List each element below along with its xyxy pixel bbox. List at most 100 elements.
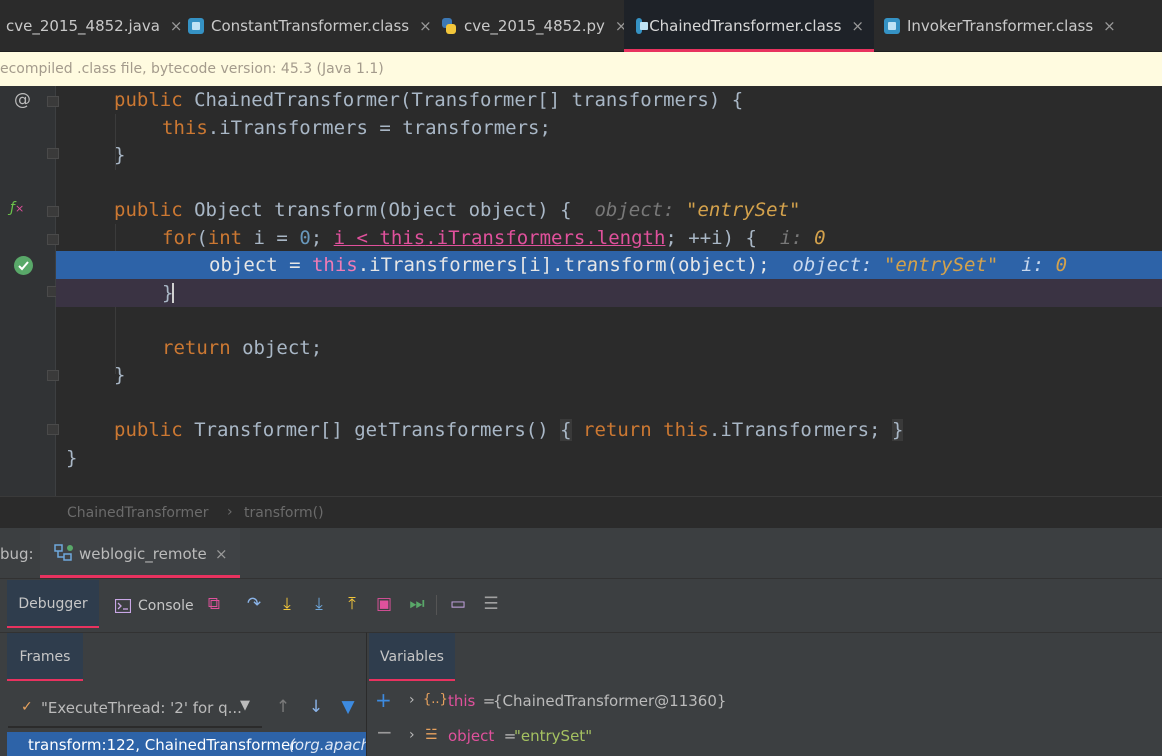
variable-name: this	[448, 692, 476, 710]
keyword: this	[663, 419, 709, 441]
expand-arrow-icon[interactable]: ›	[409, 727, 415, 743]
variable-name: object	[448, 727, 495, 745]
debug-session-label: weblogic_remote	[79, 545, 207, 563]
tab-label: InvokerTransformer.class	[907, 17, 1094, 35]
code-line[interactable]: }	[0, 141, 1162, 169]
field-ref: .iTransformers.length	[425, 227, 666, 249]
breadcrumb-class[interactable]: ChainedTransformer	[67, 505, 209, 521]
code-text: ; ++i) {	[665, 227, 757, 249]
code-text: ChainedTransformer(Transformer[] transfo…	[182, 89, 744, 111]
close-icon[interactable]: ×	[215, 545, 228, 563]
tab-label: cve_2015_4852.py	[464, 17, 605, 35]
trace-icon[interactable]: ☰	[480, 593, 502, 615]
code-text: .iTransformers[i].transform(object);	[357, 254, 770, 276]
inline-hint-name: object:	[594, 199, 675, 221]
thread-selector[interactable]: ✓ "ExecuteThread: '2' for q... ▼	[8, 690, 262, 728]
tab-label: cve_2015_4852.java	[6, 17, 160, 35]
debug-toolbar: Debugger Console ⧉ ↷ ⤓ ⤓ ⤒ ▣ ⏭ ▭ ☰	[0, 578, 1162, 632]
code-line[interactable]: public Object transform(Object object) {…	[0, 196, 1162, 224]
inline-hint-name: i:	[779, 227, 803, 249]
folded-brace[interactable]: {	[560, 419, 572, 441]
tab-cve-java[interactable]: cve_2015_4852.java ×	[6, 0, 182, 52]
code-text: Object transform(Object object) {	[182, 199, 572, 221]
keyword: public	[114, 199, 183, 221]
class-file-icon	[636, 18, 649, 34]
step-into-icon[interactable]: ⤓	[276, 593, 298, 615]
tab-debugger[interactable]: Debugger	[7, 580, 99, 628]
force-step-into-icon[interactable]: ⤓	[308, 593, 330, 615]
tab-constant-transformer[interactable]: ConstantTransformer.class ×	[188, 0, 432, 52]
code-text: object;	[230, 337, 323, 359]
inline-hint-name: object:	[792, 254, 873, 276]
code-text: ;	[310, 227, 334, 249]
arrow-down-icon[interactable]: ↓	[305, 696, 327, 718]
code-text: (	[196, 227, 208, 249]
caret-line[interactable]: }	[56, 279, 1162, 307]
tab-label: Frames	[19, 649, 71, 665]
variable-row[interactable]: › ☱ object = "entrySet"	[407, 725, 1147, 749]
frames-panel-header: Frames	[0, 632, 366, 682]
frames-panel: ✓ "ExecuteThread: '2' for q... ▼ ↑ ↓ ▼ t…	[0, 682, 366, 756]
close-icon[interactable]: ×	[419, 17, 432, 35]
tab-label: Debugger	[18, 596, 88, 612]
debug-session-tab[interactable]: weblogic_remote ×	[40, 528, 240, 578]
object-field-icon: {..}	[423, 692, 448, 707]
variables-panel-header: Variables	[366, 632, 1162, 682]
code-line[interactable]: return object;	[0, 334, 1162, 362]
frame-label: transform:122, ChainedTransformer	[28, 736, 297, 754]
tab-console[interactable]: Console	[138, 598, 194, 614]
tab-frames[interactable]: Frames	[7, 633, 83, 681]
step-out-icon[interactable]: ⤒	[341, 593, 363, 615]
step-over-icon[interactable]: ↷	[243, 593, 265, 615]
code-text: object =	[209, 254, 312, 276]
code-text: }	[114, 364, 126, 386]
remote-debug-icon	[54, 544, 74, 566]
tab-label: ChainedTransformer.class	[649, 17, 842, 35]
keyword: this	[162, 117, 208, 139]
tab-label: Variables	[380, 649, 444, 665]
tab-invoker-transformer[interactable]: InvokerTransformer.class ×	[884, 0, 1116, 52]
frame-row-selected[interactable]: transform:122, ChainedTransformer (org.a…	[7, 732, 366, 756]
code-text: .iTransformers = transformers;	[207, 117, 551, 139]
close-icon[interactable]: ×	[170, 17, 183, 35]
editor-tab-bar: cve_2015_4852.java × ConstantTransformer…	[0, 0, 1162, 52]
add-watch-icon[interactable]: +	[375, 688, 392, 712]
restore-layout-icon[interactable]: ⧉	[203, 593, 225, 615]
code-line[interactable]: public Transformer[] getTransformers() {…	[0, 416, 1162, 444]
tab-chained-transformer[interactable]: ChainedTransformer.class ×	[624, 0, 874, 52]
run-to-cursor-icon[interactable]: ⏭	[406, 593, 428, 615]
keyword: this	[311, 254, 358, 276]
keyword: public	[114, 89, 183, 111]
folded-brace[interactable]: }	[891, 419, 904, 441]
close-icon[interactable]: ×	[1103, 17, 1116, 35]
toolbar-divider	[436, 595, 437, 615]
code-line[interactable]: this.iTransformers = transformers;	[0, 114, 1162, 142]
variables-panel: + − › {..} this = {ChainedTransformer@11…	[366, 682, 1162, 756]
tab-variables[interactable]: Variables	[369, 633, 455, 681]
remove-watch-icon[interactable]: −	[376, 720, 393, 744]
arrow-up-icon[interactable]: ↑	[272, 696, 294, 718]
text-caret	[172, 283, 174, 303]
code-text: }	[114, 144, 126, 166]
evaluate-expression-icon[interactable]: ▭	[447, 593, 469, 615]
parameter-icon: ☱	[425, 727, 438, 743]
close-icon[interactable]: ×	[851, 17, 864, 35]
code-editor[interactable]: @ ƒ× public ChainedTransformer(Transform…	[0, 86, 1162, 496]
code-line[interactable]: for(int i = 0; i < this.iTransformers.le…	[0, 224, 1162, 252]
expand-arrow-icon[interactable]: ›	[409, 692, 415, 708]
execution-line[interactable]: object = this.iTransformers[i].transform…	[56, 251, 1162, 279]
tab-cve-python[interactable]: cve_2015_4852.py ×	[441, 0, 627, 52]
inline-hint-value: 0	[814, 227, 826, 249]
keyword: return	[162, 337, 231, 359]
code-line[interactable]: public ChainedTransformer(Transformer[] …	[0, 86, 1162, 114]
variable-row[interactable]: › {..} this = {ChainedTransformer@11360}	[407, 690, 1147, 714]
filter-icon[interactable]: ▼	[337, 696, 359, 718]
code-line[interactable]: }	[0, 361, 1162, 389]
drop-frame-icon[interactable]: ▣	[373, 593, 395, 615]
breadcrumb-method[interactable]: transform()	[244, 505, 324, 521]
code-text: i <	[333, 227, 380, 249]
code-line[interactable]: }	[0, 444, 1162, 472]
inline-hint-value: "entrySet"	[883, 254, 999, 276]
keyword: int	[207, 227, 243, 249]
code-text: Transformer[] getTransformers()	[182, 419, 561, 441]
